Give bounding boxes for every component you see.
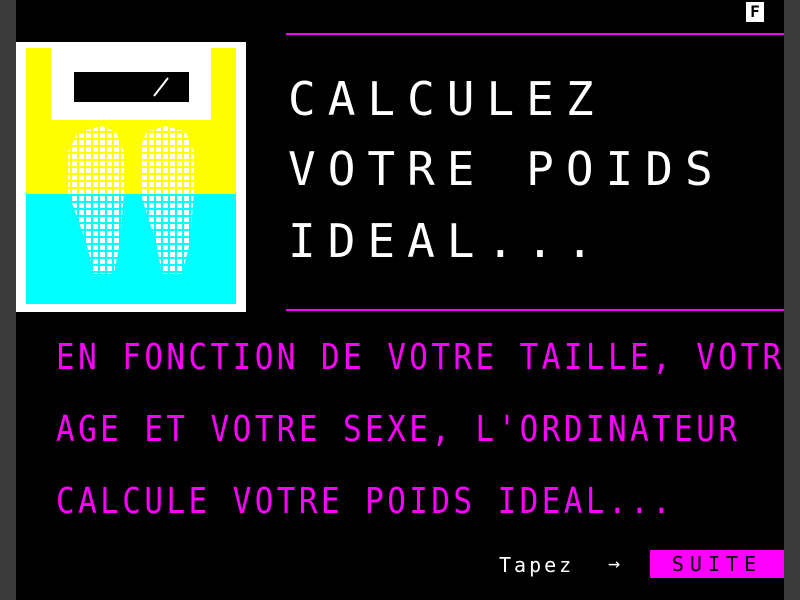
connection-indicator: F: [746, 2, 764, 22]
top-divider: [286, 33, 784, 35]
minitel-screen: F CALCULEZ VOTRE POIDS IDEAL... EN FONCT…: [16, 0, 784, 600]
title-line-3: IDEAL...: [288, 214, 606, 268]
title-line-2: VOTRE POIDS: [288, 142, 725, 196]
feet-icon: [68, 50, 194, 274]
bathroom-scale-feet-icon: [16, 42, 246, 312]
tapez-prompt: Tapez: [499, 553, 575, 577]
middle-divider: [286, 309, 784, 311]
title-line-1: CALCULEZ: [288, 72, 606, 126]
body-line-3: CALCULE VOTRE POIDS IDEAL...: [56, 481, 675, 522]
body-line-2: AGE ET VOTRE SEXE, L'ORDINATEUR: [56, 409, 741, 450]
arrow-right-icon: →: [608, 551, 621, 575]
suite-button[interactable]: SUITE: [650, 550, 784, 578]
body-line-1: EN FONCTION DE VOTRE TAILLE, VOTRE: [56, 337, 784, 378]
